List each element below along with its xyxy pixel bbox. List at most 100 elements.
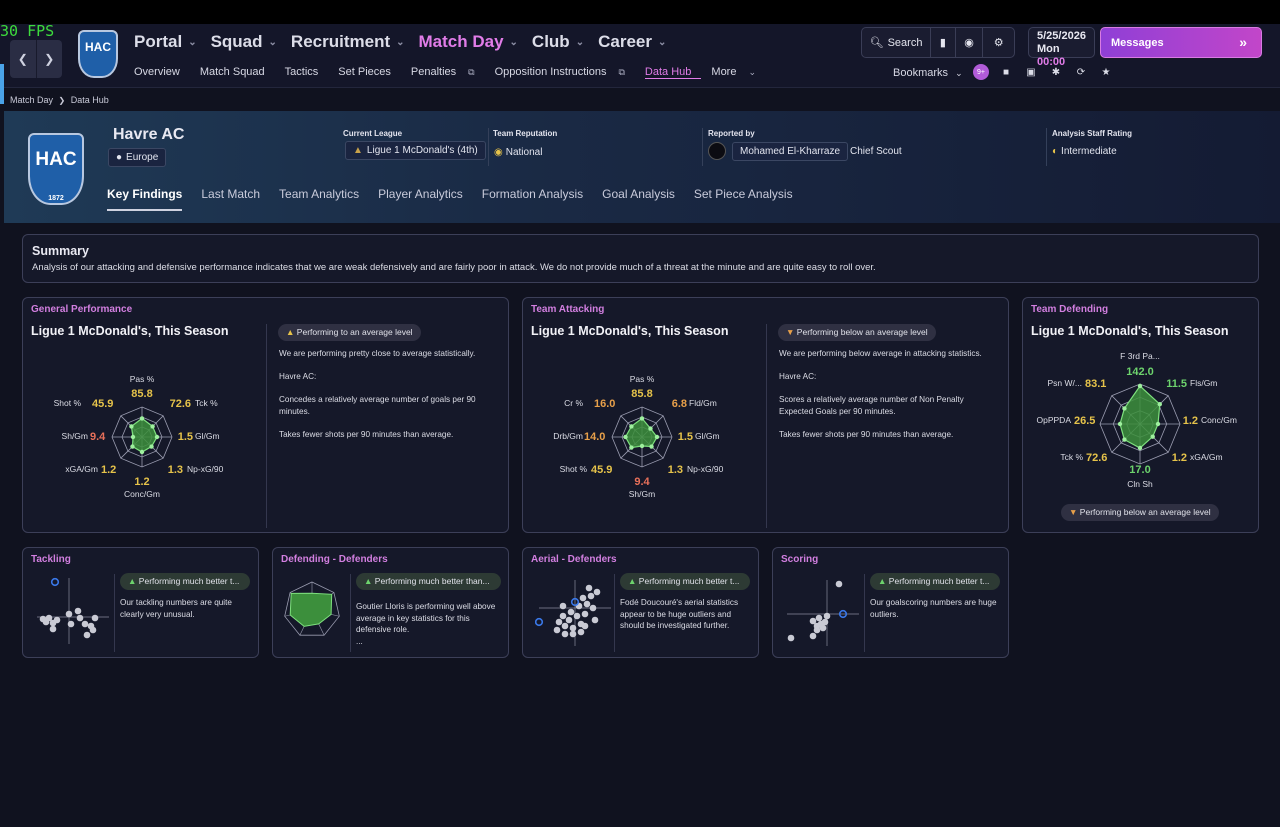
radar-axis-label: Psn W/... bbox=[1048, 378, 1082, 388]
menu-recruitment[interactable]: Recruitment ⌄ bbox=[291, 32, 405, 52]
radar-data-point bbox=[139, 416, 145, 421]
tab-key-findings[interactable]: Key Findings bbox=[107, 187, 183, 211]
submenu-tactics[interactable]: Tactics bbox=[285, 66, 329, 79]
scatter-point bbox=[89, 626, 97, 634]
scoring-card[interactable]: Scoring ▲ Performing much better t... Ou… bbox=[772, 547, 1009, 658]
back-button[interactable]: ❮ bbox=[10, 40, 37, 78]
radar-data-point bbox=[654, 434, 660, 440]
radar-value-label: 6.8 bbox=[672, 398, 687, 410]
radar-value-label: 9.4 bbox=[634, 476, 650, 488]
radar-data-point bbox=[1117, 421, 1123, 427]
scatter-point bbox=[809, 632, 817, 640]
refresh-icon[interactable]: ⟳ bbox=[1073, 64, 1089, 80]
current-league-chip[interactable]: ▲ Ligue 1 McDonald's (4th) bbox=[345, 141, 486, 160]
tab-formation-analysis[interactable]: Formation Analysis bbox=[482, 187, 583, 211]
date-continue-box[interactable]: 5/25/2026 Mon 00:00 bbox=[1028, 27, 1095, 68]
edge-indicator bbox=[0, 64, 4, 104]
aerial-defenders-card[interactable]: Aerial - Defenders ▲ Performing much bet… bbox=[522, 547, 759, 658]
finding-line: We are performing below average in attac… bbox=[779, 349, 982, 358]
submenu-label: Tactics bbox=[284, 66, 319, 78]
tackling-card[interactable]: Tackling ▲ Performing much better t... O… bbox=[22, 547, 259, 658]
settings-button[interactable]: ⚙ bbox=[983, 28, 1014, 57]
submenu-label: Penalties bbox=[410, 66, 457, 78]
menu-career[interactable]: Career ⌄ bbox=[598, 32, 666, 52]
defending-defenders-card[interactable]: Defending - Defenders ▲ Performing much … bbox=[272, 547, 509, 658]
kit-icon[interactable]: ■ bbox=[998, 64, 1014, 80]
divider bbox=[488, 128, 489, 166]
radar-data-point bbox=[1122, 437, 1127, 442]
menu-label: Match Day bbox=[418, 32, 504, 51]
clipboard-icon[interactable]: ▣ bbox=[1023, 64, 1039, 80]
radar-value-label: 1.2 bbox=[1183, 415, 1198, 427]
submenu-data-hub[interactable]: Data Hub bbox=[644, 66, 702, 79]
notification-badge[interactable]: 9+ bbox=[973, 64, 989, 80]
club-header: HAC 1872 Havre AC ● Europe Current League… bbox=[4, 111, 1280, 223]
tab-goal-analysis[interactable]: Goal Analysis bbox=[602, 187, 675, 211]
menu-portal[interactable]: Portal ⌄ bbox=[134, 32, 197, 52]
tab-set-piece-analysis[interactable]: Set Piece Analysis bbox=[694, 187, 793, 211]
main-menu: Portal ⌄ Squad ⌄ Recruitment ⌄ Match Day ⌄ Club ⌄… bbox=[134, 32, 680, 52]
radar-value-label: 14.0 bbox=[584, 431, 605, 443]
breadcrumb-current: Data Hub bbox=[70, 95, 109, 105]
submenu-set-pieces[interactable]: Set Pieces bbox=[338, 66, 401, 79]
submenu-more[interactable]: More ⌄ bbox=[711, 66, 766, 79]
history-controls: ❮ ❯ bbox=[10, 40, 62, 78]
region-label: Europe bbox=[126, 152, 159, 163]
radar-value-label: 45.9 bbox=[92, 398, 113, 410]
forward-button[interactable]: ❯ bbox=[37, 40, 63, 78]
search-button[interactable]: 🔍︎ Search bbox=[862, 28, 932, 57]
tab-team-analytics[interactable]: Team Analytics bbox=[279, 187, 359, 211]
training-icon[interactable]: ✱ bbox=[1048, 64, 1064, 80]
summary-title: Summary bbox=[32, 244, 89, 258]
divider bbox=[266, 324, 267, 528]
club-crest-logo[interactable]: HAC bbox=[78, 30, 118, 78]
breadcrumb-parent[interactable]: Match Day bbox=[10, 95, 53, 105]
general-performance-panel[interactable]: General Performance Ligue 1 McDonald's, … bbox=[22, 297, 509, 533]
scatter-point bbox=[821, 618, 829, 626]
team-attacking-panel[interactable]: Team Attacking Ligue 1 McDonald's, This … bbox=[522, 297, 1009, 533]
radar-data-point bbox=[1122, 406, 1127, 411]
scatter-point bbox=[565, 616, 573, 624]
scout-name-chip[interactable]: Mohamed El-Kharraze bbox=[732, 142, 849, 161]
radar-value-label: 1.2 bbox=[101, 464, 116, 476]
messages-button[interactable]: Messages » bbox=[1100, 27, 1262, 58]
chevron-left-icon: ❮ bbox=[17, 52, 28, 66]
region-chip[interactable]: ● Europe bbox=[108, 148, 167, 167]
crest-text: HAC bbox=[85, 40, 111, 54]
scatter-point bbox=[569, 630, 577, 638]
submenu-opposition-instructions[interactable]: Opposition Instructions ⧉ bbox=[495, 66, 635, 79]
tab-last-match[interactable]: Last Match bbox=[201, 187, 260, 211]
submenu-overview[interactable]: Overview bbox=[134, 66, 190, 79]
scatter-point bbox=[587, 592, 595, 600]
tab-player-analytics[interactable]: Player Analytics bbox=[378, 187, 463, 211]
status-badge: ▲ Performing much better than... bbox=[356, 573, 501, 590]
radar-data-point bbox=[1150, 434, 1155, 439]
team-defending-panel[interactable]: Team Defending Ligue 1 McDonald's, This … bbox=[1022, 297, 1259, 533]
bookmarks-dropdown[interactable]: Bookmarks ⌄ bbox=[893, 67, 963, 79]
submenu-match-squad[interactable]: Match Squad bbox=[200, 66, 275, 79]
radar-axis-label: OpPPDA bbox=[1037, 415, 1072, 425]
menu-club[interactable]: Club ⌄ bbox=[532, 32, 584, 52]
radar-axis-label: Np-xG/90 bbox=[187, 464, 224, 474]
globe-button[interactable]: ◉ bbox=[956, 28, 984, 57]
finding-line: Takes fewer shots per 90 minutes than av… bbox=[279, 429, 454, 439]
status-badge-text: Performing much better t... bbox=[638, 576, 740, 586]
radar-data-point bbox=[1155, 421, 1161, 427]
panel-subtitle: Ligue 1 McDonald's, This Season bbox=[531, 324, 729, 338]
radar-value-label: 85.8 bbox=[631, 388, 652, 400]
bookmark-button[interactable]: ▮ bbox=[931, 28, 956, 57]
current-league-label: Current League bbox=[343, 129, 403, 138]
scatter-point bbox=[76, 614, 84, 622]
radar-data-point bbox=[629, 424, 634, 429]
scout-avatar[interactable] bbox=[708, 142, 726, 160]
submenu-penalties[interactable]: Penalties ⧉ bbox=[411, 66, 485, 79]
menu-match-day[interactable]: Match Day ⌄ bbox=[419, 32, 518, 52]
scatter-point bbox=[559, 602, 567, 610]
menu-squad[interactable]: Squad ⌄ bbox=[211, 32, 277, 52]
radar-value-label: 1.2 bbox=[134, 476, 149, 488]
scatter-highlight-point bbox=[50, 577, 60, 587]
submenu-label: Set Pieces bbox=[338, 66, 391, 78]
current-league-value: Ligue 1 McDonald's (4th) bbox=[366, 145, 478, 156]
trophy-icon[interactable]: ★ bbox=[1098, 64, 1114, 80]
radar-axis-label: xGA/Gm bbox=[1190, 452, 1223, 462]
